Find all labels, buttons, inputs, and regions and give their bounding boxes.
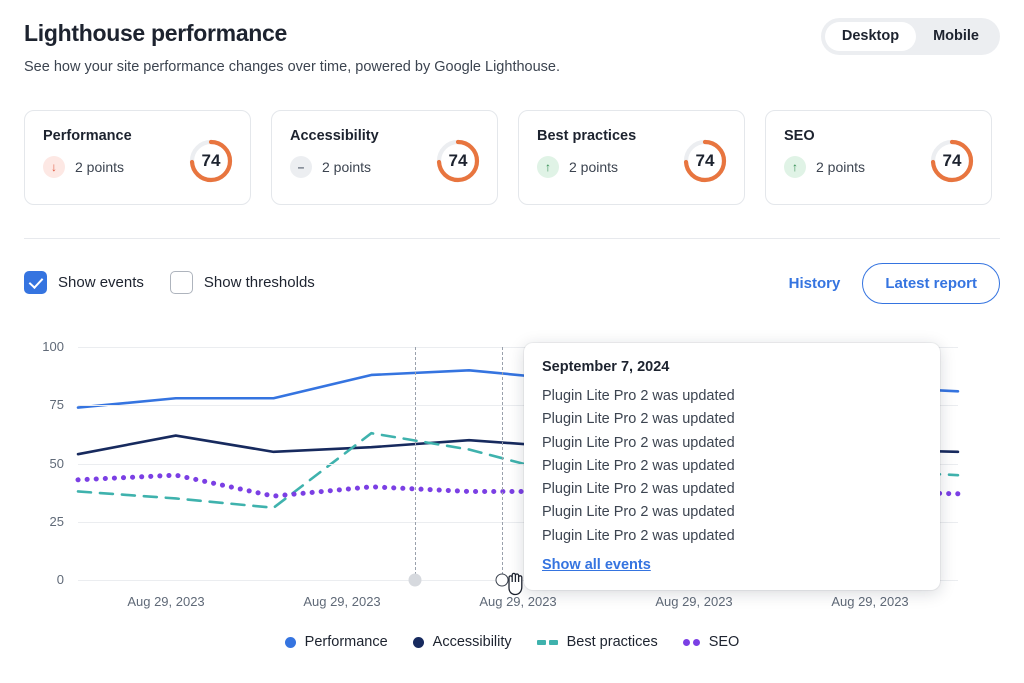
tooltip-event-row: Plugin Lite Pro 2 was updated <box>542 478 920 501</box>
tooltip-event-row: Plugin Lite Pro 2 was updated <box>542 432 920 455</box>
y-axis-tick-label: 75 <box>22 397 64 412</box>
legend-dash-icon <box>537 640 558 645</box>
score-donut: 74 <box>435 138 481 184</box>
show-all-events-link[interactable]: Show all events <box>542 557 651 573</box>
history-link[interactable]: History <box>789 275 841 292</box>
tooltip-event-row: Plugin Lite Pro 2 was updated <box>542 385 920 408</box>
legend-item-performance[interactable]: Performance <box>285 634 388 650</box>
event-marker-dot[interactable] <box>496 574 509 587</box>
tooltip-event-row: Plugin Lite Pro 2 was updated <box>542 501 920 524</box>
page-subtitle: See how your site performance changes ov… <box>24 59 560 75</box>
legend-item-accessibility[interactable]: Accessibility <box>413 634 512 650</box>
legend-label: Best practices <box>567 634 658 650</box>
show-events-label: Show events <box>58 274 144 291</box>
metric-card-delta-text: 2 points <box>322 159 371 175</box>
x-axis-tick-label: Aug 29, 2023 <box>479 594 556 609</box>
legend-label: Performance <box>305 634 388 650</box>
legend-dot-icon <box>285 637 296 648</box>
show-thresholds-checkbox[interactable]: Show thresholds <box>170 271 315 294</box>
score-value: 74 <box>929 138 975 184</box>
metric-card: Best practices↑2 points74 <box>518 110 745 205</box>
trend-up-icon: ↑ <box>537 156 559 178</box>
tooltip-date: September 7, 2024 <box>542 359 920 375</box>
metric-card: Accessibility–2 points74 <box>271 110 498 205</box>
show-thresholds-label: Show thresholds <box>204 274 315 291</box>
chart-actions: History Latest report <box>789 263 1000 304</box>
trend-flat-icon: – <box>290 156 312 178</box>
checkbox-checked-icon <box>24 271 47 294</box>
legend-dots-icon <box>683 639 700 646</box>
page-title: Lighthouse performance <box>24 20 287 47</box>
metric-card-delta-text: 2 points <box>75 159 124 175</box>
metric-cards: Performance↓2 points74Accessibility–2 po… <box>24 110 992 205</box>
legend-dot-icon <box>413 637 424 648</box>
legend-item-best-practices[interactable]: Best practices <box>537 634 658 650</box>
device-toggle-desktop[interactable]: Desktop <box>825 22 916 51</box>
score-value: 74 <box>682 138 728 184</box>
score-value: 74 <box>435 138 481 184</box>
legend-label: Accessibility <box>433 634 512 650</box>
lighthouse-performance-page: Lighthouse performance See how your site… <box>0 0 1024 683</box>
metric-card: SEO↑2 points74 <box>765 110 992 205</box>
legend-item-seo[interactable]: SEO <box>683 634 740 650</box>
event-marker-line <box>502 347 503 580</box>
x-axis-tick-label: Aug 29, 2023 <box>655 594 732 609</box>
legend-label: SEO <box>709 634 740 650</box>
x-axis-tick-label: Aug 29, 2023 <box>303 594 380 609</box>
metric-card: Performance↓2 points74 <box>24 110 251 205</box>
trend-down-icon: ↓ <box>43 156 65 178</box>
y-axis-tick-label: 100 <box>22 339 64 354</box>
latest-report-button[interactable]: Latest report <box>862 263 1000 304</box>
event-tooltip: September 7, 2024 Plugin Lite Pro 2 was … <box>524 343 940 590</box>
x-axis-tick-label: Aug 29, 2023 <box>831 594 908 609</box>
section-divider <box>24 238 1000 239</box>
tooltip-event-row: Plugin Lite Pro 2 was updated <box>542 525 920 548</box>
checkbox-unchecked-icon <box>170 271 193 294</box>
score-value: 74 <box>188 138 234 184</box>
event-marker-dot[interactable] <box>409 574 422 587</box>
metric-card-delta-text: 2 points <box>816 159 865 175</box>
device-toggle-mobile[interactable]: Mobile <box>916 22 996 51</box>
x-axis-tick-label: Aug 29, 2023 <box>127 594 204 609</box>
tooltip-event-row: Plugin Lite Pro 2 was updated <box>542 408 920 431</box>
tooltip-event-list: Plugin Lite Pro 2 was updatedPlugin Lite… <box>542 385 920 548</box>
score-donut: 74 <box>188 138 234 184</box>
chart-legend: Performance Accessibility Best practices SE… <box>0 634 1024 650</box>
y-axis-tick-label: 25 <box>22 514 64 529</box>
y-axis-tick-label: 0 <box>22 572 64 587</box>
event-marker-line <box>415 347 416 580</box>
chart-controls: Show events Show thresholds <box>24 271 315 294</box>
trend-up-icon: ↑ <box>784 156 806 178</box>
y-axis-tick-label: 50 <box>22 456 64 471</box>
score-donut: 74 <box>929 138 975 184</box>
tooltip-event-row: Plugin Lite Pro 2 was updated <box>542 455 920 478</box>
show-events-checkbox[interactable]: Show events <box>24 271 144 294</box>
device-toggle: Desktop Mobile <box>821 18 1000 55</box>
metric-card-delta-text: 2 points <box>569 159 618 175</box>
score-donut: 74 <box>682 138 728 184</box>
